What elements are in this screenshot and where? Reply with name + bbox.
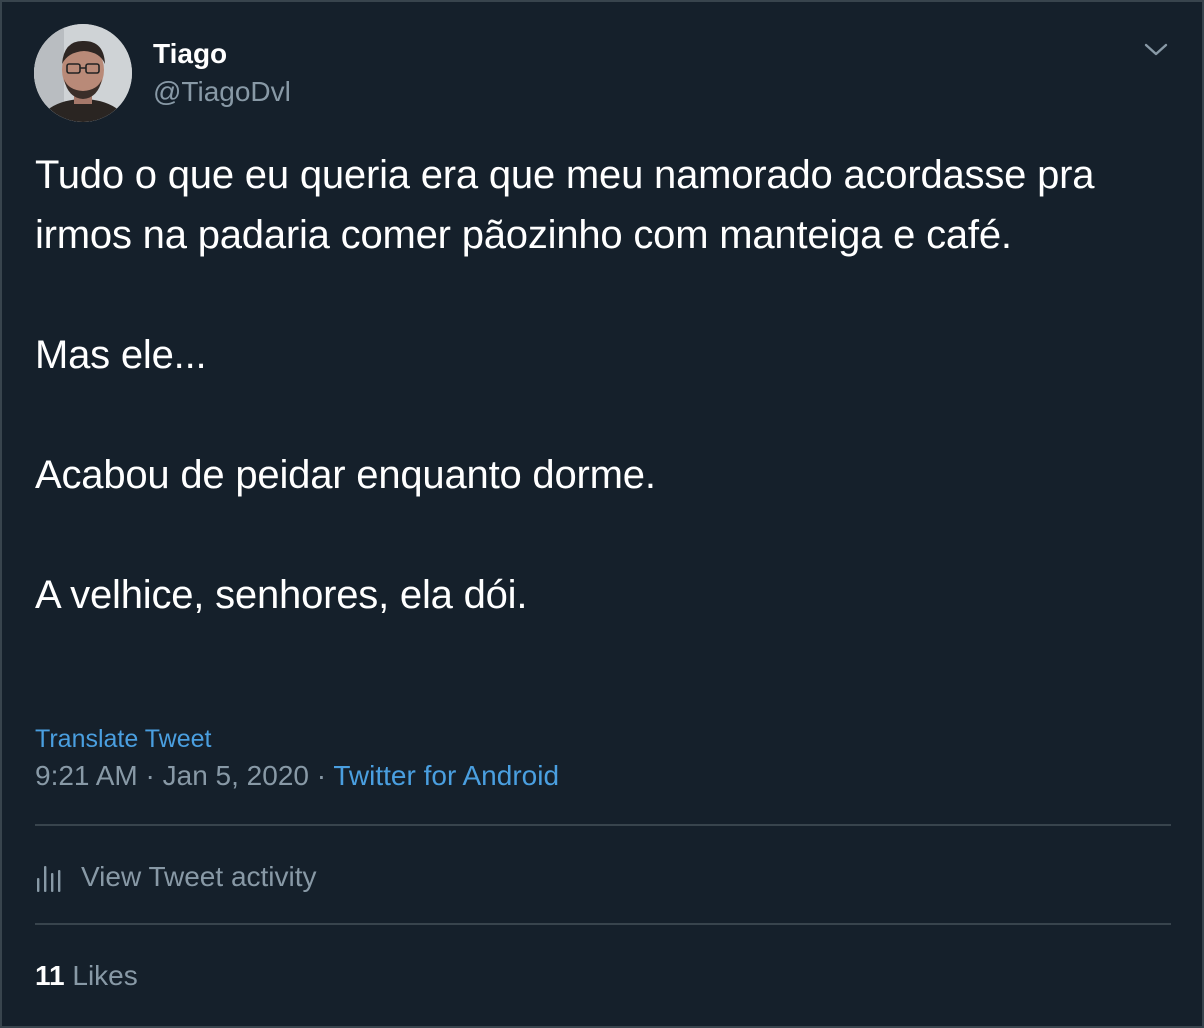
avatar[interactable] <box>34 24 132 122</box>
likes-label: Likes <box>72 960 138 991</box>
view-tweet-activity-button[interactable]: View Tweet activity <box>35 857 317 897</box>
meta-separator: · <box>316 760 327 791</box>
likes-count: 11 <box>35 960 65 991</box>
tweet-paragraph: Tudo o que eu queria era que meu namorad… <box>35 153 1095 257</box>
translate-tweet-link[interactable]: Translate Tweet <box>35 724 211 754</box>
tweet-paragraph: Acabou de peidar enquanto dorme. <box>35 453 656 497</box>
more-options-button[interactable] <box>1138 32 1174 68</box>
tweet-date[interactable]: Jan 5, 2020 <box>163 760 309 791</box>
chevron-down-icon <box>1144 43 1168 56</box>
tweet-meta: 9:21 AM · Jan 5, 2020 · Twitter for Andr… <box>35 759 559 793</box>
meta-separator: · <box>145 760 155 791</box>
view-tweet-activity-label: View Tweet activity <box>81 861 317 892</box>
tweet-time[interactable]: 9:21 AM <box>35 760 138 791</box>
divider <box>35 824 1171 826</box>
tweet-paragraph: Mas ele... <box>35 333 207 377</box>
tweet-card: Tiago @TiagoDvl Tudo o que eu queria era… <box>0 0 1204 1028</box>
tweet-source-link[interactable]: Twitter for Android <box>333 760 559 791</box>
bar-chart-icon <box>37 866 61 892</box>
author-display-name[interactable]: Tiago <box>153 38 227 70</box>
divider <box>35 923 1171 925</box>
tweet-text: Tudo o que eu queria era que meu namorad… <box>35 145 1155 625</box>
tweet-paragraph: A velhice, senhores, ela dói. <box>35 573 528 617</box>
avatar-image <box>34 24 132 122</box>
author-handle[interactable]: @TiagoDvl <box>153 76 291 108</box>
likes-stat[interactable]: 11 Likes <box>35 959 138 993</box>
